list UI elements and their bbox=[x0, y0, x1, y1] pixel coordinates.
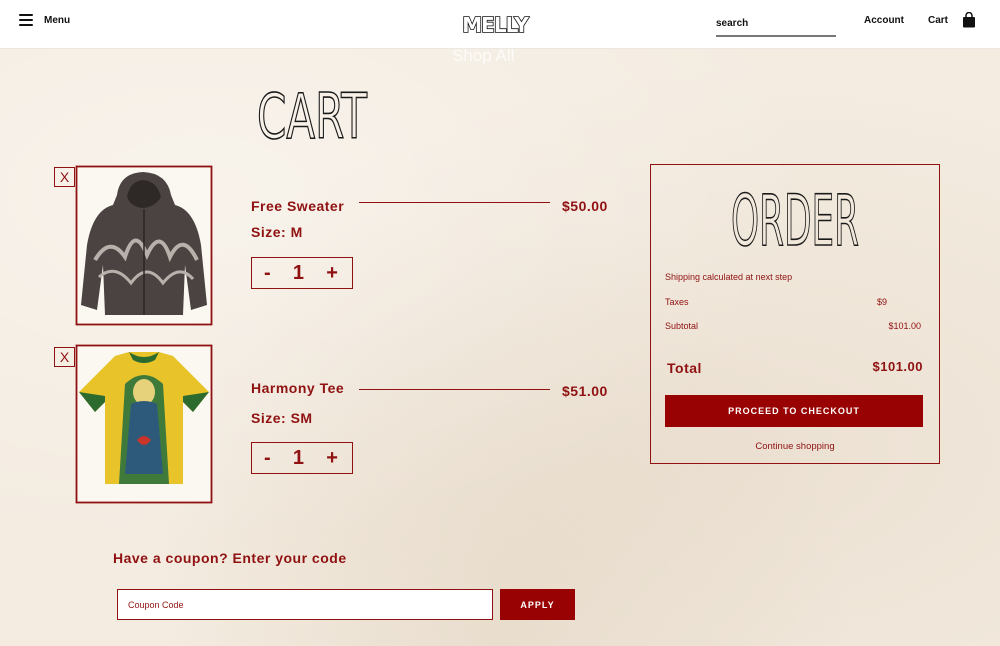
cart-title-text: CART bbox=[257, 80, 368, 146]
proceed-to-checkout-button[interactable]: PROCEED TO CHECKOUT bbox=[665, 395, 923, 427]
search-input[interactable] bbox=[716, 18, 834, 29]
increase-quantity-button[interactable]: + bbox=[326, 263, 338, 283]
order-summary-panel: ORDER Shipping calculated at next step T… bbox=[650, 164, 940, 464]
shopping-bag-icon[interactable] bbox=[962, 12, 976, 28]
quantity-stepper: - 1 + bbox=[251, 442, 353, 474]
logo-text: MELLY bbox=[462, 13, 529, 37]
continue-shopping-link[interactable]: Continue shopping bbox=[651, 441, 939, 452]
cart-title: CART bbox=[256, 79, 368, 146]
price-divider bbox=[359, 202, 550, 203]
price-divider bbox=[359, 389, 550, 390]
product-name[interactable]: Free Sweater bbox=[251, 198, 344, 214]
shipping-note: Shipping calculated at next step bbox=[665, 272, 793, 282]
coupon-heading: Have a coupon? Enter your code bbox=[113, 550, 347, 566]
menu-label: Menu bbox=[44, 14, 71, 26]
product-size: Size: SM bbox=[251, 410, 313, 426]
order-title-text: ORDER bbox=[731, 180, 859, 251]
subtotal-row: Subtotal $101.00 bbox=[665, 321, 923, 331]
product-price: $50.00 bbox=[562, 198, 608, 214]
search-box bbox=[716, 13, 836, 37]
total-value: $101.00 bbox=[872, 359, 923, 374]
cart-link[interactable]: Cart bbox=[928, 15, 948, 26]
quantity-stepper: - 1 + bbox=[251, 257, 353, 289]
increase-quantity-button[interactable]: + bbox=[326, 448, 338, 468]
remove-item-button[interactable]: X bbox=[54, 347, 75, 367]
taxes-value: $9 bbox=[876, 297, 887, 307]
decrease-quantity-button[interactable]: - bbox=[264, 448, 271, 468]
order-title: ORDER bbox=[730, 179, 860, 251]
quantity-value: 1 bbox=[292, 446, 305, 469]
taxes-label: Taxes bbox=[665, 297, 689, 307]
product-image-harmony-tee[interactable] bbox=[75, 344, 213, 504]
menu-button[interactable]: Menu bbox=[19, 14, 70, 26]
shop-all-link[interactable]: Shop All bbox=[452, 46, 514, 66]
product-name[interactable]: Harmony Tee bbox=[251, 380, 344, 396]
product-image-free-sweater[interactable] bbox=[75, 165, 213, 326]
taxes-row: Taxes $9 bbox=[665, 297, 923, 307]
product-price: $51.00 bbox=[562, 383, 608, 399]
decrease-quantity-button[interactable]: - bbox=[264, 263, 271, 283]
remove-item-button[interactable]: X bbox=[54, 167, 75, 187]
melly-logo[interactable]: MELLY bbox=[449, 10, 541, 40]
apply-coupon-button[interactable]: APPLY bbox=[500, 589, 575, 620]
subtotal-value: $101.00 bbox=[888, 321, 921, 331]
product-size: Size: M bbox=[251, 224, 303, 240]
total-label: Total bbox=[667, 360, 702, 376]
site-header: Menu MELLY Account Cart bbox=[0, 0, 1000, 49]
coupon-code-input[interactable] bbox=[117, 589, 493, 620]
hamburger-icon bbox=[19, 14, 33, 26]
quantity-value: 1 bbox=[292, 261, 305, 284]
subtotal-label: Subtotal bbox=[665, 321, 699, 331]
account-link[interactable]: Account bbox=[864, 15, 904, 26]
